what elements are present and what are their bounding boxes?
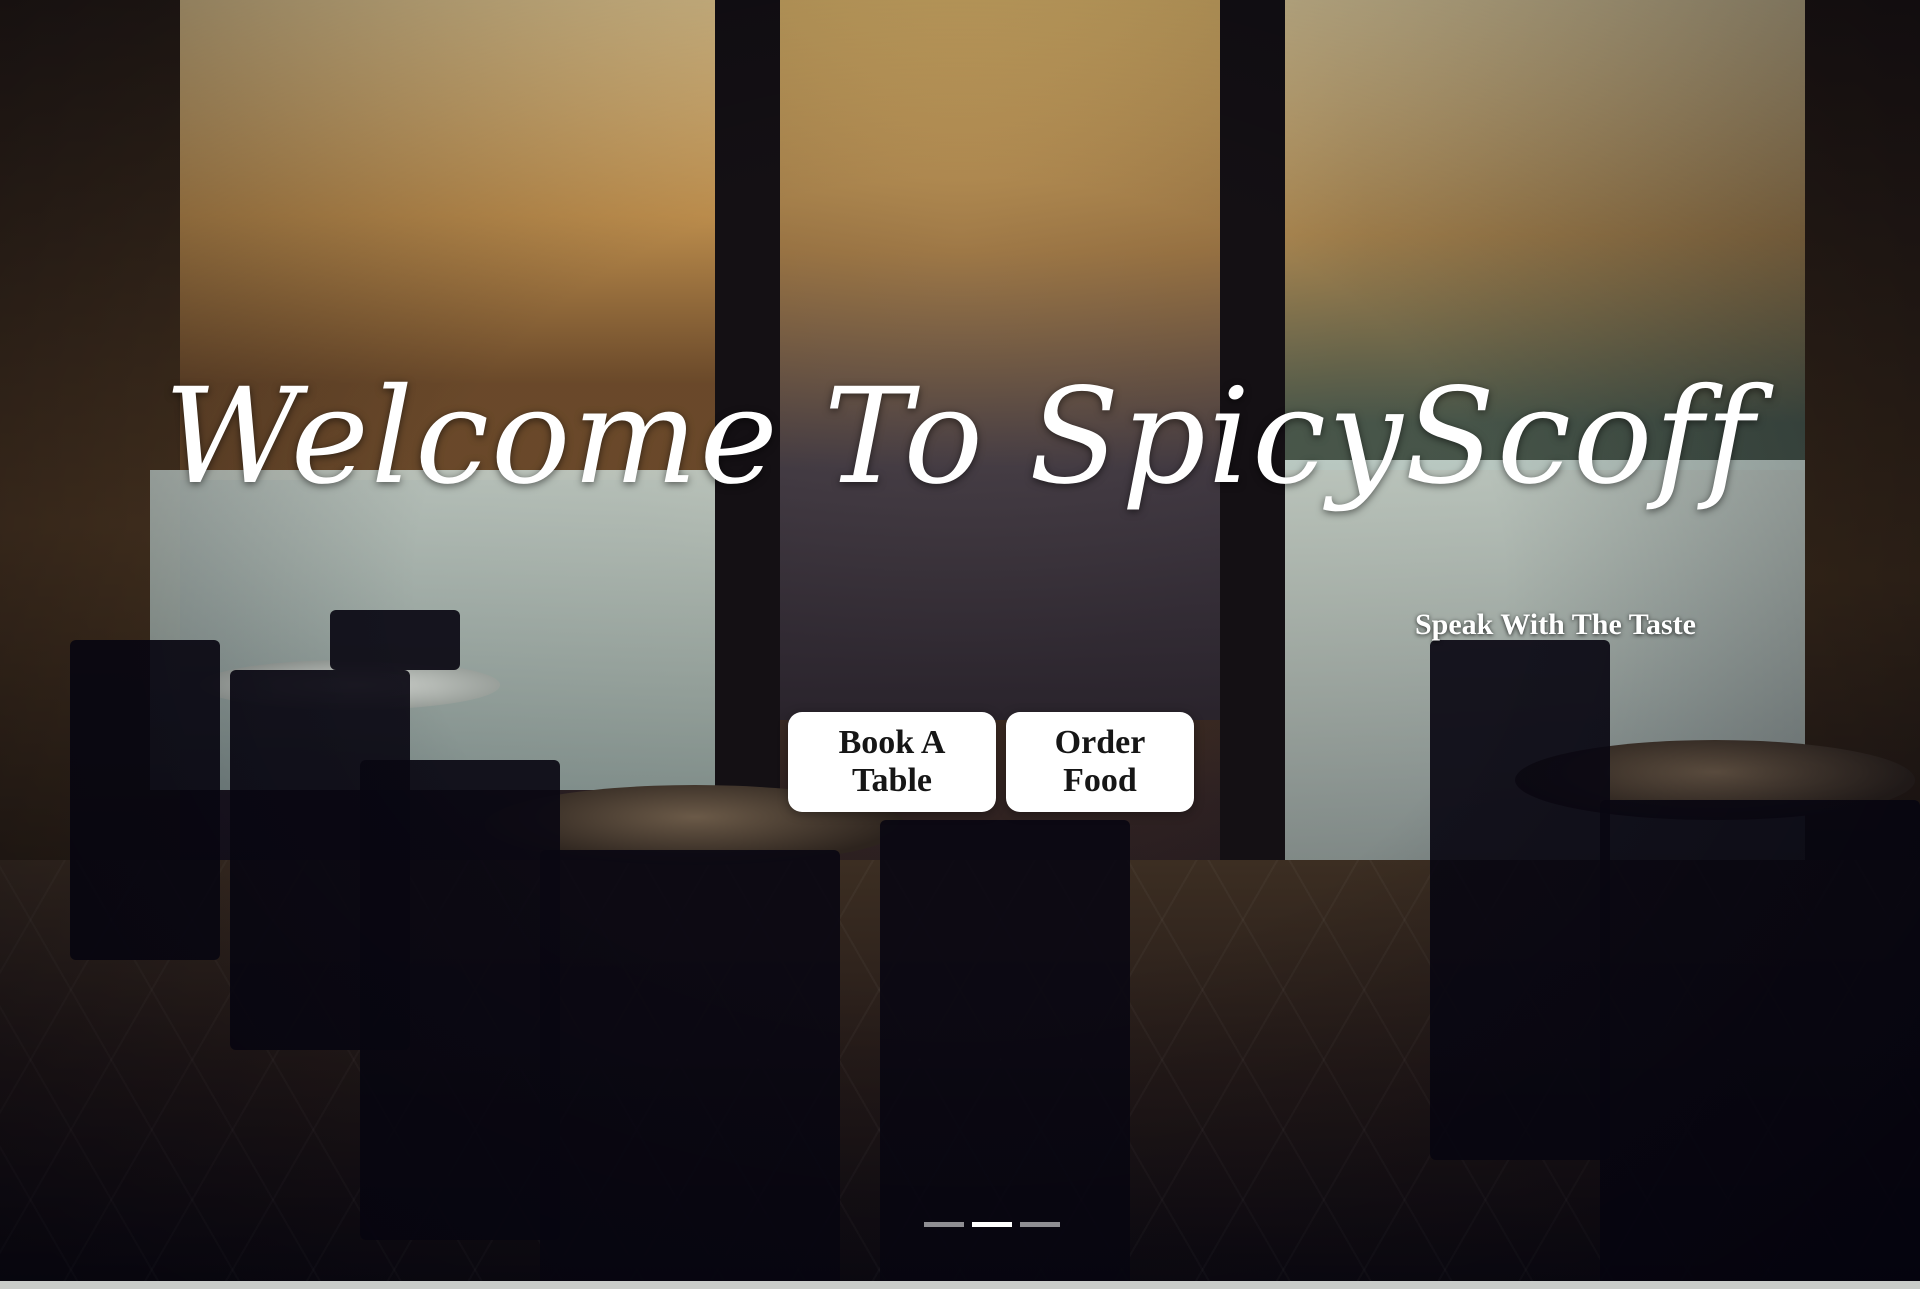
carousel-indicators: [924, 1222, 1060, 1227]
hero-carousel: Welcome To SpicyScoff Speak With The Tas…: [0, 0, 1920, 1289]
cta-button-group: Book A Table Order Food: [788, 712, 1194, 812]
carousel-indicator-2[interactable]: [972, 1222, 1012, 1227]
book-table-button[interactable]: Book A Table: [788, 712, 996, 812]
restaurant-background-image: [0, 0, 1920, 1289]
carousel-indicator-3[interactable]: [1020, 1222, 1060, 1227]
order-food-button[interactable]: Order Food: [1006, 712, 1194, 812]
hero-headline: Welcome To SpicyScoff: [163, 360, 1757, 514]
carousel-indicator-1[interactable]: [924, 1222, 964, 1227]
hero-tagline: Speak With The Taste: [1415, 608, 1696, 641]
bottom-edge-bar: [0, 1281, 1920, 1289]
